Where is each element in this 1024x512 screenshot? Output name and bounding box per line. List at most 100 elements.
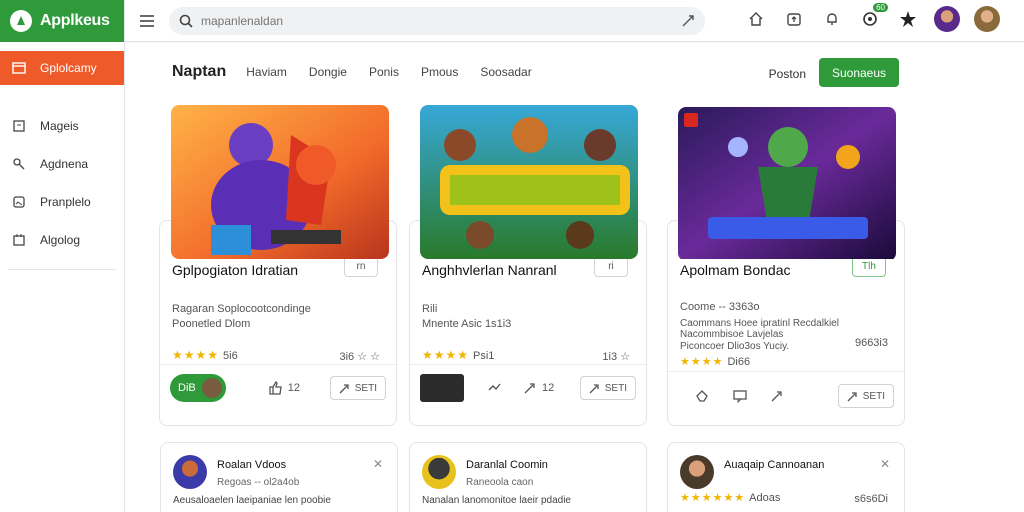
sidebar-item-label: Algolog — [40, 233, 81, 247]
sidebar-item-2[interactable]: Agdnena — [0, 145, 124, 183]
game-art-image[interactable] — [171, 105, 389, 259]
list-card-line: Raneoola caon — [466, 477, 534, 488]
upload-icon[interactable] — [782, 7, 806, 31]
rating-right: s6s6Di — [854, 493, 888, 505]
card-title: Apolmam Bondac — [680, 262, 791, 278]
tab[interactable]: Soosadar — [480, 65, 531, 79]
sidebar: Applkeus Gplolcamy Mageis Agdnena Pranpl… — [0, 0, 125, 512]
card-line: Coome -- 3363o — [680, 301, 760, 313]
avatar — [422, 455, 456, 489]
card-line: Piconcoer Dlio3os Yuciy. — [680, 341, 790, 352]
game-art-image[interactable] — [678, 107, 896, 261]
game-art-image[interactable] — [420, 105, 638, 259]
card-line: Nacommbisoe Lavjelas — [680, 329, 784, 340]
image-icon — [13, 196, 25, 208]
rating-stars: ★★★★ Psi1 — [422, 348, 495, 362]
calendar-icon — [13, 234, 25, 246]
tab-right-link[interactable]: Poston — [769, 67, 806, 81]
avatar — [680, 455, 714, 489]
search-icon — [179, 14, 193, 28]
list-card-title: Auaqaip Cannoanan — [724, 459, 825, 471]
avatar — [201, 378, 222, 398]
list-card-3[interactable]: Auaqaip Cannoanan ★★★★★★ Adoas s6s6Di ✕ — [667, 442, 905, 512]
card-line: Ragaran Soplocootcondinge — [172, 303, 311, 315]
sidebar-item-label: Agdnena — [40, 157, 89, 171]
sidebar-item-1[interactable]: Mageis — [0, 107, 124, 145]
close-icon[interactable]: ✕ — [880, 457, 890, 471]
avatar[interactable] — [934, 6, 960, 32]
avatar — [173, 455, 207, 489]
list-card-title: Roalan Vdoos — [217, 459, 287, 471]
list-card-line: Nanalan lanomonitoe laeir pdadie — [422, 495, 571, 506]
rating-right: 1i3 ☆ — [602, 351, 630, 363]
filter-icon[interactable] — [681, 14, 695, 28]
list-card-title: Daranlal Coomin — [466, 459, 548, 471]
like-button[interactable]: 12 — [268, 380, 300, 396]
card-divider — [410, 364, 646, 365]
share-count[interactable]: 12 — [524, 381, 554, 395]
doc-icon — [13, 120, 25, 132]
share-button[interactable]: SETI — [837, 384, 894, 408]
sidebar-divider — [8, 269, 116, 270]
sidebar-item-label: Pranplelo — [40, 195, 91, 209]
share-icon — [524, 383, 535, 394]
tab[interactable]: Haviam — [246, 65, 287, 79]
brand-logo-icon — [10, 10, 32, 32]
sidebar-item-label: Gplolcamy — [40, 61, 97, 75]
key-icon — [13, 158, 25, 170]
comment-icon[interactable] — [732, 388, 748, 404]
card-title: Gplpogiaton Idratian — [172, 262, 299, 278]
notif-badge: 60 — [873, 3, 888, 12]
card-divider — [668, 371, 904, 372]
tab[interactable]: Pmous — [421, 65, 458, 79]
brand-title: Applkeus — [40, 12, 110, 29]
card-line: Rili — [422, 303, 438, 315]
card-line: Poonetled Dlom — [172, 318, 251, 330]
card-line: Caommans Hoee ipratinl Recdalkiel — [680, 318, 839, 329]
window-icon — [12, 62, 26, 74]
thumbs-up-icon — [269, 380, 282, 395]
like-icon[interactable] — [694, 388, 710, 404]
cta-button[interactable]: Suonaeus — [819, 58, 899, 87]
search-bar — [169, 6, 705, 35]
share-icon[interactable] — [770, 388, 786, 404]
brand-bar[interactable]: Applkeus — [0, 0, 124, 42]
list-card-2[interactable]: Daranlal Coomin Raneoola caon Nanalan la… — [409, 442, 647, 512]
share-icon — [847, 392, 857, 402]
rating-right: 9663i3 — [854, 337, 888, 349]
sidebar-item-3[interactable]: Pranplelo — [0, 183, 124, 221]
share-icon — [339, 384, 349, 394]
sidebar-item-active[interactable]: Gplolcamy — [0, 51, 124, 85]
rating-stars: ★★★★ Di66 — [680, 356, 751, 368]
sidebar-item-4[interactable]: Algolog — [0, 221, 124, 259]
rating-right: 3i6 ☆ ☆ — [339, 351, 380, 363]
top-bar: 60 — [125, 0, 1024, 42]
list-card-line: Regoas -- ol2a4ob — [217, 477, 300, 488]
share-button[interactable]: SETI — [329, 376, 386, 400]
rating-stars: ★★★★ 5i6 — [172, 348, 238, 362]
notifications-icon[interactable]: 60 — [858, 3, 888, 31]
share-icon — [589, 384, 599, 394]
list-card-line: Aeusaloaelen laeipaniae len poobie — [173, 495, 331, 506]
tab[interactable]: Dongie — [309, 65, 347, 79]
share-button[interactable]: SETI — [579, 376, 636, 400]
tab-active[interactable]: Naptan — [172, 63, 226, 81]
card-title: Anghhvlerlan Nanranl — [422, 262, 557, 278]
tab-bar: Naptan Haviam Dongie Ponis Pmous Soosada… — [172, 63, 554, 81]
repost-icon[interactable] — [486, 380, 502, 396]
avatar[interactable] — [974, 6, 1000, 32]
rating-stars: ★★★★★★ Adoas — [680, 492, 781, 504]
star-icon[interactable] — [896, 7, 920, 31]
card-line: Mnente Asic 1s1i3 — [422, 318, 512, 330]
bell-icon[interactable] — [820, 7, 844, 31]
player-pill[interactable]: DiB — [170, 374, 226, 402]
sidebar-item-label: Mageis — [40, 119, 79, 133]
search-input[interactable] — [201, 13, 673, 28]
list-card-1[interactable]: Roalan Vdoos Regoas -- ol2a4ob Aeusaloae… — [160, 442, 398, 512]
menu-icon[interactable] — [125, 14, 169, 27]
close-icon[interactable]: ✕ — [373, 457, 383, 471]
card-divider — [160, 364, 396, 365]
thumbnail-image[interactable] — [420, 374, 464, 402]
tab[interactable]: Ponis — [369, 65, 399, 79]
home-icon[interactable] — [744, 7, 768, 31]
